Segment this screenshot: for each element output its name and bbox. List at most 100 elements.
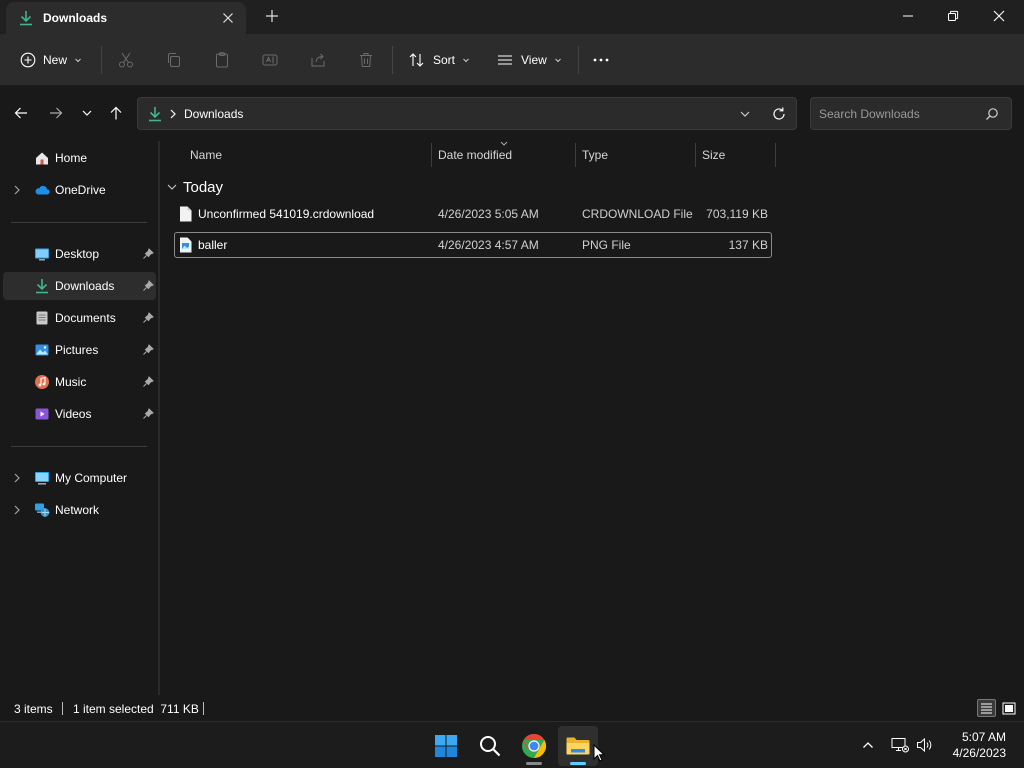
sort-button[interactable]: Sort	[408, 46, 471, 74]
taskbar: 5:07 AM 4/26/2023	[0, 721, 1024, 768]
column-header-name[interactable]: Name	[190, 148, 222, 162]
copy-button[interactable]	[165, 46, 183, 74]
sidebar-item-my-computer[interactable]: My Computer	[3, 464, 156, 492]
sidebar-item-desktop[interactable]: Desktop	[3, 240, 156, 268]
network-status-icon	[891, 738, 909, 753]
share-icon	[311, 53, 325, 67]
mouse-cursor-icon	[593, 744, 605, 762]
more-options-button[interactable]	[592, 46, 610, 74]
add-circle-icon	[20, 52, 36, 68]
pin-icon[interactable]	[142, 280, 154, 292]
download-icon	[20, 11, 32, 26]
pin-icon[interactable]	[142, 376, 154, 388]
sidebar-item-downloads[interactable]: Downloads	[3, 272, 156, 300]
taskbar-search-button[interactable]	[470, 726, 510, 766]
navigation-bar: Downloads	[0, 87, 1024, 141]
address-bar[interactable]: Downloads	[137, 97, 797, 130]
column-divider[interactable]	[695, 143, 696, 167]
group-header-today[interactable]: Today	[166, 177, 223, 197]
search-box[interactable]	[810, 97, 1012, 130]
paste-button[interactable]	[213, 46, 231, 74]
share-button[interactable]	[309, 46, 327, 74]
sidebar-label: Desktop	[55, 247, 100, 261]
column-header-type[interactable]: Type	[582, 148, 608, 162]
chevron-down-icon	[82, 110, 92, 116]
pin-icon[interactable]	[142, 344, 154, 356]
refresh-icon[interactable]	[771, 106, 787, 122]
sidebar-label: Music	[55, 375, 87, 389]
close-window-button[interactable]	[976, 2, 1022, 30]
new-tab-icon[interactable]	[262, 6, 282, 26]
download-icon	[149, 107, 161, 122]
up-button[interactable]	[104, 101, 128, 125]
view-button[interactable]: View	[496, 46, 563, 74]
taskbar-file-explorer-button[interactable]	[558, 726, 598, 766]
rename-button[interactable]	[261, 46, 279, 74]
chevron-right-icon[interactable]	[168, 108, 178, 120]
chevron-down-icon[interactable]	[738, 107, 752, 121]
file-row-selected[interactable]: baller 4/26/2023 4:57 AM PNG File 137 KB	[174, 232, 772, 258]
system-clock[interactable]: 5:07 AM 4/26/2023	[953, 729, 1006, 761]
sort-icon	[409, 53, 424, 67]
forward-button[interactable]	[44, 101, 68, 125]
show-hidden-icons-button[interactable]	[857, 734, 879, 756]
download-icon	[36, 279, 48, 294]
sidebar-item-network[interactable]: Network	[3, 496, 156, 524]
column-header-size[interactable]: Size	[702, 148, 725, 162]
arrow-left-icon	[14, 107, 27, 119]
tab-downloads[interactable]: Downloads	[6, 2, 246, 34]
sort-indicator-icon	[500, 141, 508, 146]
picture-icon	[35, 344, 49, 356]
recent-locations-button[interactable]	[75, 101, 99, 125]
copy-icon	[168, 53, 180, 67]
search-icon[interactable]	[985, 107, 999, 121]
back-button[interactable]	[9, 101, 33, 125]
column-divider[interactable]	[775, 143, 776, 167]
minimize-button[interactable]	[885, 2, 931, 30]
taskbar-chrome-button[interactable]	[514, 726, 554, 766]
details-view-button[interactable]	[977, 699, 996, 717]
search-icon	[480, 736, 501, 757]
pin-icon[interactable]	[142, 312, 154, 324]
view-list-icon	[498, 55, 512, 65]
new-button[interactable]: New	[20, 46, 83, 74]
close-tab-icon[interactable]	[218, 8, 238, 28]
volume-button[interactable]	[914, 734, 936, 756]
details-view-icon	[981, 703, 992, 714]
thumbnail-view-icon	[1002, 702, 1015, 714]
chevron-down-icon	[75, 58, 81, 63]
file-size: 703,119 KB	[706, 207, 768, 221]
column-header-date[interactable]: Date modified	[438, 148, 512, 162]
sidebar-item-home[interactable]: Home	[3, 144, 156, 172]
thumbnail-view-button[interactable]	[999, 699, 1018, 717]
chevron-right-icon[interactable]	[13, 505, 21, 515]
toolbar-divider	[392, 46, 393, 74]
chevron-right-icon[interactable]	[13, 185, 21, 195]
delete-button[interactable]	[357, 46, 375, 74]
chevron-down-icon	[167, 184, 177, 190]
network-status-button[interactable]	[889, 734, 911, 756]
sidebar-item-onedrive[interactable]: OneDrive	[3, 176, 156, 204]
file-row[interactable]: Unconfirmed 541019.crdownload 4/26/2023 …	[174, 201, 772, 227]
restore-button[interactable]	[930, 2, 976, 30]
file-name: baller	[198, 238, 228, 252]
pin-icon[interactable]	[142, 248, 154, 260]
sidebar-item-documents[interactable]: Documents	[3, 304, 156, 332]
navigation-pane: Home OneDrive Desktop Downloads Document…	[0, 141, 158, 695]
chevron-right-icon[interactable]	[13, 473, 21, 483]
cut-button[interactable]	[117, 46, 135, 74]
file-date: 4/26/2023 5:05 AM	[438, 207, 539, 221]
sidebar-item-videos[interactable]: Videos	[3, 400, 156, 428]
column-divider[interactable]	[431, 143, 432, 167]
video-icon	[35, 408, 49, 420]
column-divider[interactable]	[575, 143, 576, 167]
sidebar-item-pictures[interactable]: Pictures	[3, 336, 156, 364]
start-button[interactable]	[426, 726, 466, 766]
status-divider	[62, 702, 63, 715]
sidebar-item-music[interactable]: Music	[3, 368, 156, 396]
breadcrumb-downloads[interactable]: Downloads	[184, 107, 243, 121]
sidebar-label: Documents	[55, 311, 116, 325]
sidebar-label: Downloads	[55, 279, 115, 293]
search-input[interactable]	[819, 105, 979, 123]
pin-icon[interactable]	[142, 408, 154, 420]
